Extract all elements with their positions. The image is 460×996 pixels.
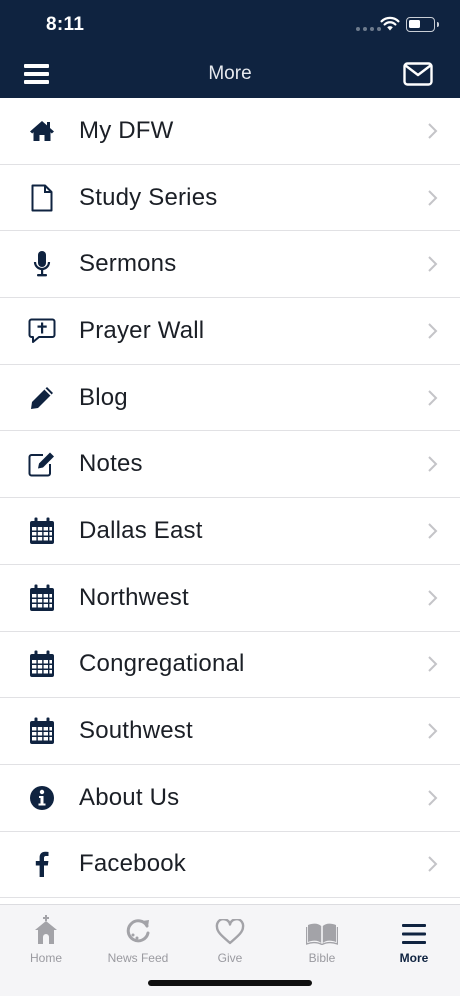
book-icon: [306, 923, 338, 945]
more-menu-list: My DFW Study Series Sermons Prayer Wall …: [0, 98, 460, 899]
pencil-icon: [28, 384, 56, 412]
header: 8:11 More: [0, 0, 460, 98]
menu-item-notes[interactable]: Notes: [0, 431, 460, 499]
menu-item-study-series[interactable]: Study Series: [0, 165, 460, 232]
menu-item-blog[interactable]: Blog: [0, 365, 460, 432]
menu-item-about-us[interactable]: About Us: [0, 765, 460, 832]
mail-icon[interactable]: [403, 62, 433, 86]
menu-item-label: Study Series: [79, 183, 218, 211]
tab-label: Bible: [308, 951, 336, 965]
menu-item-congregational[interactable]: Congregational: [0, 632, 460, 699]
document-icon: [28, 184, 56, 212]
menu-item-label: Dallas East: [79, 516, 203, 544]
calendar-icon: [28, 517, 56, 545]
page-title: More: [208, 63, 252, 84]
chevron-right-icon: [428, 123, 438, 139]
tab-label: Give: [217, 951, 243, 965]
chevron-right-icon: [428, 323, 438, 339]
tab-bible[interactable]: Bible: [276, 911, 368, 967]
menu-item-my-dfw[interactable]: My DFW: [0, 98, 460, 165]
menu-item-label: Notes: [79, 450, 143, 478]
church-icon: [35, 915, 57, 944]
status-time: 8:11: [46, 14, 85, 35]
tab-label: More: [399, 951, 429, 965]
tab-give[interactable]: Give: [184, 911, 276, 967]
menu-item-northwest[interactable]: Northwest: [0, 565, 460, 632]
menu-item-label: Prayer Wall: [79, 316, 205, 344]
home-icon: [28, 117, 56, 145]
facebook-icon: [28, 850, 56, 878]
tab-news-feed[interactable]: News Feed: [92, 911, 184, 967]
menu-item-facebook[interactable]: Facebook: [0, 832, 460, 899]
navigation-bar: More: [0, 50, 460, 98]
tab-home[interactable]: Home: [0, 911, 92, 967]
menu-item-label: About Us: [79, 783, 180, 811]
chevron-right-icon: [428, 456, 438, 472]
menu-item-southwest[interactable]: Southwest: [0, 698, 460, 765]
menu-item-label: My DFW: [79, 116, 174, 144]
chevron-right-icon: [428, 523, 438, 539]
chevron-right-icon: [428, 189, 438, 206]
calendar-icon: [28, 650, 56, 678]
tab-more[interactable]: More: [368, 911, 460, 967]
chevron-right-icon: [428, 790, 438, 806]
cellular-signal-icon: [356, 27, 381, 31]
menu-item-label: Southwest: [79, 717, 193, 745]
menu-item-label: Facebook: [79, 850, 186, 878]
home-indicator: [148, 980, 312, 986]
chevron-right-icon: [428, 723, 438, 739]
menu-item-sermons[interactable]: Sermons: [0, 231, 460, 299]
chevron-right-icon: [428, 589, 438, 606]
menu-item-label: Blog: [79, 383, 128, 411]
status-bar: 8:11: [0, 0, 460, 50]
menu-item-label: Sermons: [79, 250, 177, 278]
refresh-icon: [126, 919, 150, 943]
prayer-bubble-icon: [28, 317, 56, 345]
edit-icon: [28, 450, 56, 478]
battery-icon: [406, 17, 439, 32]
microphone-icon: [28, 250, 56, 278]
menu-item-prayer-wall[interactable]: Prayer Wall: [0, 298, 460, 365]
tab-label: News Feed: [107, 951, 169, 965]
info-icon: [28, 784, 56, 812]
menu-icon: [402, 924, 426, 944]
tab-label: Home: [29, 951, 62, 965]
calendar-icon: [28, 584, 56, 612]
menu-item-label: Congregational: [79, 650, 245, 678]
chevron-right-icon: [428, 389, 438, 406]
wifi-icon: [380, 16, 400, 31]
chevron-right-icon: [428, 256, 438, 272]
menu-item-dallas-east[interactable]: Dallas East: [0, 498, 460, 565]
calendar-icon: [28, 717, 56, 745]
menu-item-label: Northwest: [79, 583, 189, 611]
chevron-right-icon: [428, 856, 438, 873]
chevron-right-icon: [428, 656, 438, 673]
heart-icon: [215, 919, 245, 945]
